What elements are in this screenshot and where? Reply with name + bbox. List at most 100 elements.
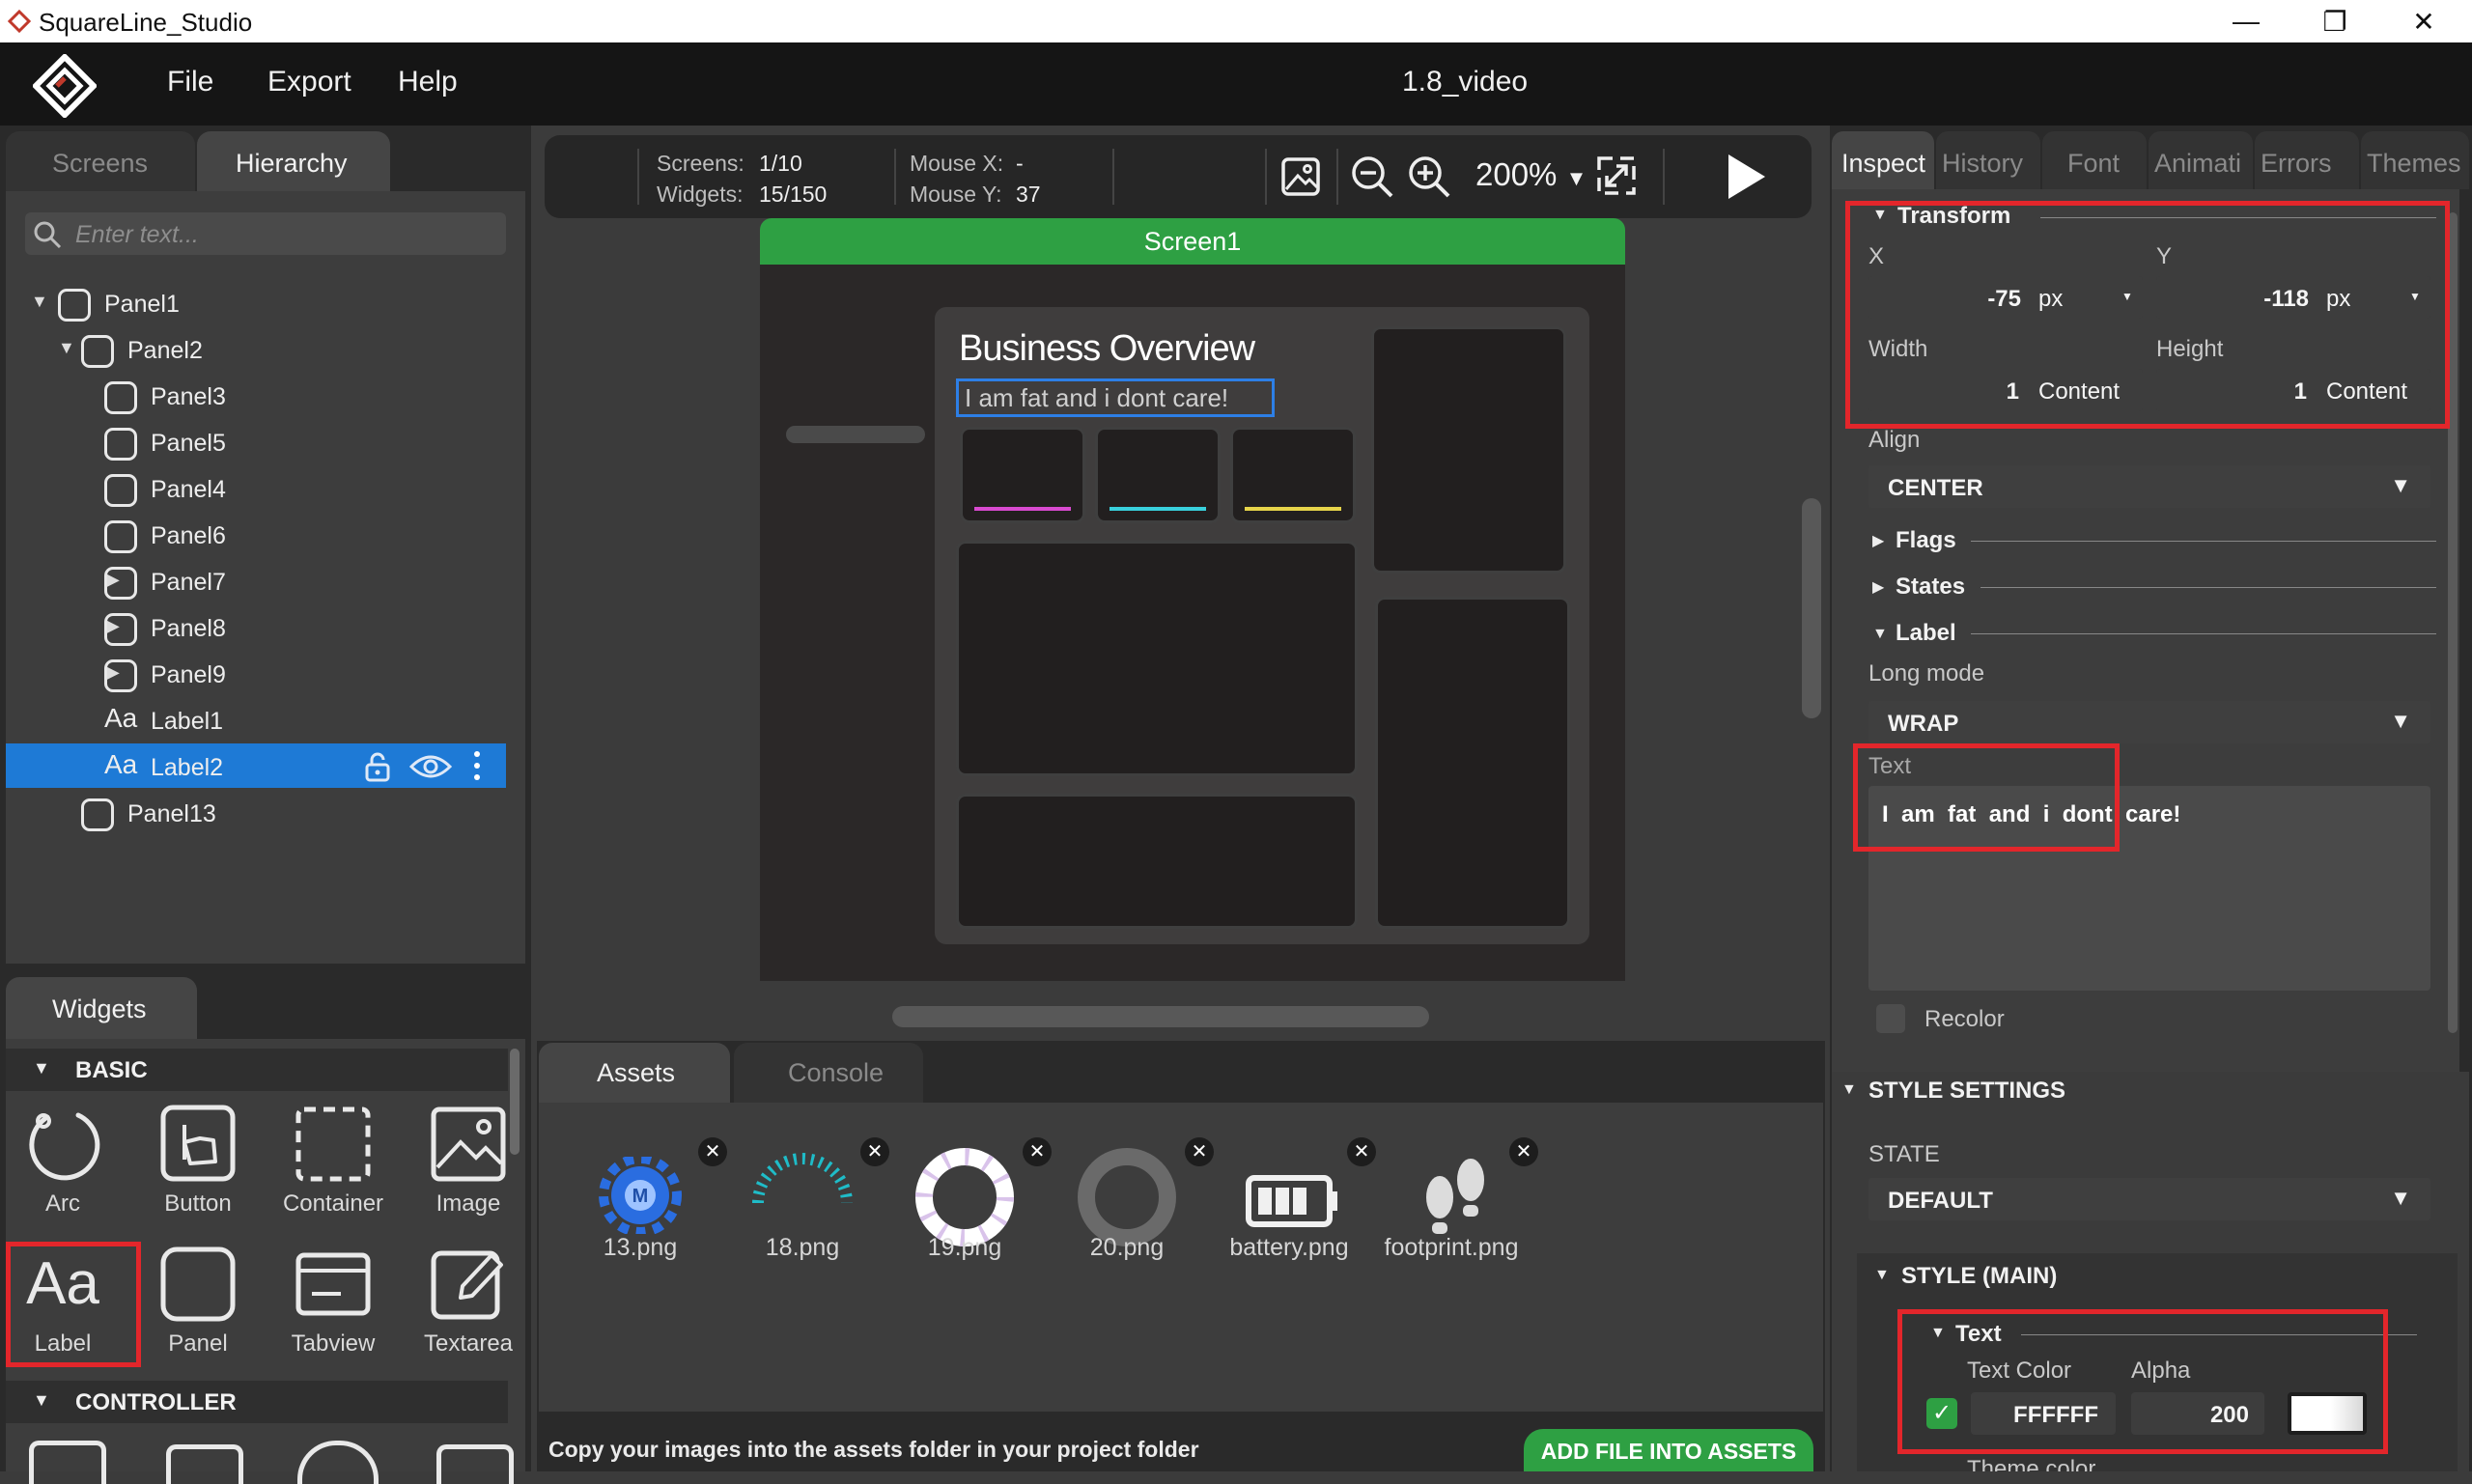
states-header[interactable]: States	[1896, 574, 1965, 601]
menu-help[interactable]: Help	[398, 66, 458, 98]
unlock-icon[interactable]	[363, 751, 392, 782]
widget-label[interactable]: Aa Label	[0, 1244, 126, 1358]
tab-hierarchy[interactable]: Hierarchy	[197, 131, 390, 191]
background-image-icon[interactable]	[1280, 156, 1321, 197]
tree-item-panel13[interactable]: Panel13	[6, 790, 506, 834]
text-color-value[interactable]: FFFFFF	[1971, 1402, 2098, 1429]
label-collapse-icon[interactable]: ▼	[1872, 626, 1888, 643]
checkbox-widget-icon[interactable]	[166, 1444, 243, 1484]
canvas-vertical-scrollbar[interactable]	[1802, 498, 1821, 718]
widget-tabview[interactable]: Tabview	[270, 1244, 396, 1358]
preview-card-cyan[interactable]	[1095, 427, 1221, 523]
style-settings-header[interactable]: STYLE SETTINGS	[1868, 1078, 2065, 1105]
maximize-button[interactable]: ❐	[2296, 0, 2374, 42]
height-unit[interactable]: Content	[2326, 378, 2407, 406]
tab-screens[interactable]: Screens	[6, 131, 195, 191]
preview-heading[interactable]: Business Overview	[959, 328, 1255, 370]
widget-panel[interactable]: Panel	[135, 1244, 261, 1358]
tab-themes[interactable]: Themes	[2361, 131, 2469, 189]
tab-font[interactable]: Font	[2042, 131, 2147, 189]
close-button[interactable]: ✕	[2385, 0, 2462, 42]
remove-asset-icon[interactable]: ✕	[1023, 1137, 1052, 1166]
more-options-icon[interactable]	[471, 749, 483, 782]
recolor-checkbox[interactable]	[1876, 1004, 1905, 1033]
tab-assets[interactable]: Assets	[539, 1043, 730, 1103]
style-settings-collapse-icon[interactable]: ▼	[1841, 1081, 1857, 1099]
minimize-button[interactable]: —	[2207, 0, 2285, 42]
screen-tab[interactable]: Screen1	[760, 218, 1625, 265]
x-unit[interactable]: px	[2038, 286, 2063, 313]
y-unit[interactable]: px	[2326, 286, 2350, 313]
preview-label-selected[interactable]: I am fat and i dont care!	[956, 378, 1275, 417]
text-style-collapse-icon[interactable]: ▼	[1930, 1325, 1946, 1342]
widget-button[interactable]: Button	[135, 1104, 261, 1218]
calendar-icon[interactable]	[29, 1441, 106, 1484]
remove-asset-icon[interactable]: ✕	[698, 1137, 727, 1166]
fit-screen-icon[interactable]	[1595, 154, 1638, 197]
width-field[interactable]: 1 Content	[1868, 369, 2143, 411]
alpha-value[interactable]: 200	[2131, 1402, 2249, 1429]
squareline-logo-icon[interactable]	[33, 54, 97, 118]
collapse-arrow-icon[interactable]: ▼	[58, 338, 75, 358]
width-value[interactable]: 1	[1868, 378, 2019, 406]
widget-arc[interactable]: Arc	[0, 1104, 126, 1218]
style-main-header[interactable]: STYLE (MAIN)	[1901, 1263, 2057, 1290]
zoom-level[interactable]: 200% ▼	[1475, 156, 1587, 193]
tab-history[interactable]: History	[1936, 131, 2040, 189]
remove-asset-icon[interactable]: ✕	[1347, 1137, 1376, 1166]
states-expand-icon[interactable]: ▶	[1872, 577, 1884, 597]
style-main-collapse-icon[interactable]: ▼	[1874, 1267, 1890, 1284]
remove-asset-icon[interactable]: ✕	[860, 1137, 889, 1166]
text-color-field[interactable]: FFFFFF	[1971, 1392, 2116, 1435]
visibility-eye-icon[interactable]	[409, 753, 452, 780]
tree-item-panel8[interactable]: ▶ Panel8	[6, 604, 506, 649]
state-dropdown[interactable]: DEFAULT ▼	[1868, 1178, 2430, 1220]
long-mode-dropdown[interactable]: WRAP ▼	[1868, 701, 2430, 743]
width-unit[interactable]: Content	[2038, 378, 2120, 406]
zoom-out-icon[interactable]	[1350, 154, 1394, 199]
menu-file[interactable]: File	[167, 66, 213, 98]
x-unit-caret-icon[interactable]: ▼	[2121, 290, 2133, 303]
canvas-horizontal-scrollbar[interactable]	[892, 1006, 1429, 1027]
tree-item-panel2[interactable]: ▼ Panel2	[6, 326, 506, 371]
preview-card-right[interactable]	[1375, 597, 1570, 929]
tree-item-label2[interactable]: Aa Label2	[6, 743, 506, 788]
text-style-header[interactable]: Text	[1955, 1321, 2002, 1348]
tree-item-panel6[interactable]: Panel6	[6, 512, 506, 556]
controller-section-header[interactable]: ▼ CONTROLLER	[6, 1381, 508, 1423]
y-value[interactable]: -118	[2156, 286, 2309, 313]
add-file-button[interactable]: ADD FILE INTO ASSETS	[1524, 1429, 1813, 1471]
preview-card-yellow[interactable]	[1230, 427, 1356, 523]
color-swatch[interactable]	[2288, 1392, 2367, 1435]
y-field[interactable]: -118 px ▼	[2156, 276, 2430, 319]
x-field[interactable]: -75 px ▼	[1868, 276, 2143, 319]
text-color-enable-checkbox[interactable]: ✓	[1926, 1398, 1957, 1429]
tab-inspect[interactable]: Inspect	[1832, 131, 1934, 189]
widget-image[interactable]: Image	[406, 1104, 531, 1218]
dropdown-widget-icon[interactable]	[436, 1444, 514, 1484]
tree-item-panel7[interactable]: ▶ Panel7	[6, 558, 506, 602]
text-value[interactable]: I am fat and i dont care!	[1882, 801, 2180, 828]
tab-errors[interactable]: Errors	[2255, 131, 2359, 189]
tree-item-panel5[interactable]: Panel5	[6, 419, 506, 463]
remove-asset-icon[interactable]: ✕	[1185, 1137, 1214, 1166]
zoom-in-icon[interactable]	[1407, 154, 1451, 199]
flags-expand-icon[interactable]: ▶	[1872, 531, 1884, 550]
align-dropdown[interactable]: CENTER ▼	[1868, 465, 2430, 508]
inspector-scrollbar[interactable]	[2448, 212, 2458, 1033]
tab-animation[interactable]: Animati	[2149, 131, 2253, 189]
play-icon[interactable]	[1719, 151, 1771, 203]
preview-card-pink[interactable]	[960, 427, 1085, 523]
flags-header[interactable]: Flags	[1896, 527, 1956, 554]
preview-card-bottom[interactable]	[956, 794, 1358, 929]
basic-section-header[interactable]: ▼ BASIC	[6, 1049, 508, 1091]
tree-item-panel9[interactable]: ▶ Panel9	[6, 651, 506, 695]
transform-collapse-icon[interactable]: ▼	[1872, 207, 1888, 224]
menu-export[interactable]: Export	[267, 66, 351, 98]
remove-asset-icon[interactable]: ✕	[1509, 1137, 1538, 1166]
collapse-arrow-icon[interactable]: ▼	[31, 292, 48, 312]
tree-item-panel1[interactable]: ▼ Panel1	[6, 280, 506, 324]
label-header[interactable]: Label	[1896, 620, 1956, 647]
tree-item-panel4[interactable]: Panel4	[6, 465, 506, 510]
tab-widgets[interactable]: Widgets	[6, 977, 197, 1039]
